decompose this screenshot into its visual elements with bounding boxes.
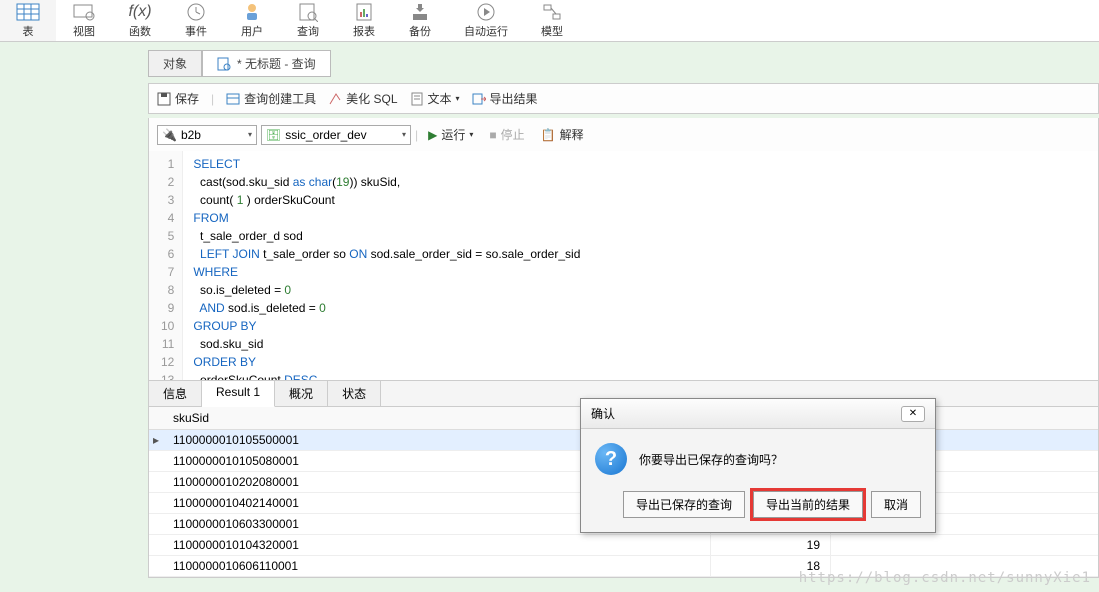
stop-icon: ■ <box>489 128 496 142</box>
ribbon-report[interactable]: 报表 <box>336 0 392 41</box>
tab-result1[interactable]: Result 1 <box>202 381 275 407</box>
tab-status[interactable]: 状态 <box>328 381 381 406</box>
plug-icon: 🔌 <box>162 128 177 142</box>
tab-objects[interactable]: 对象 <box>148 50 202 77</box>
ribbon-query[interactable]: 查询 <box>280 0 336 41</box>
auto-icon <box>474 2 498 22</box>
ribbon-backup[interactable]: 备份 <box>392 0 448 41</box>
tab-profile[interactable]: 概况 <box>275 381 328 406</box>
database-dropdown[interactable]: 🗄 ssic_order_dev ▾ <box>261 125 411 145</box>
connection-dropdown[interactable]: 🔌 b2b ▾ <box>157 125 257 145</box>
table-row[interactable]: 110000001010432000119 <box>149 535 1098 556</box>
dialog-titlebar: 确认 ✕ <box>581 399 935 429</box>
run-button[interactable]: ▶ 运行 ▾ <box>422 124 479 145</box>
main-ribbon: 表 视图 f(x) 函数 事件 用户 查询 报表 备份 自动运行 模型 <box>0 0 1099 42</box>
ribbon-function[interactable]: f(x) 函数 <box>112 0 168 41</box>
query-tab-icon <box>217 57 231 71</box>
play-icon: ▶ <box>428 128 437 142</box>
ribbon-table[interactable]: 表 <box>0 0 56 41</box>
fx-icon: f(x) <box>128 2 152 22</box>
line-gutter: 1234567891011121314 <box>149 151 183 380</box>
dialog-title: 确认 <box>591 405 615 422</box>
chevron-down-icon: ▾ <box>248 130 252 139</box>
ribbon-label: 表 <box>23 23 34 39</box>
ribbon-view[interactable]: 视图 <box>56 0 112 41</box>
builder-icon <box>226 92 240 106</box>
connection-bar: 🔌 b2b ▾ 🗄 ssic_order_dev ▾ | ▶ 运行 ▾ ■ 停止… <box>148 118 1099 151</box>
explain-button[interactable]: 📋 解释 <box>535 124 590 145</box>
chevron-down-icon: ▾ <box>456 94 460 103</box>
sql-code[interactable]: SELECT cast(sod.sku_sid as char(19)) sku… <box>183 151 590 380</box>
sql-editor[interactable]: 1234567891011121314 SELECT cast(sod.sku_… <box>148 151 1099 381</box>
beautify-button[interactable]: 美化 SQL <box>328 90 397 107</box>
document-tabs: 对象 * 无标题 - 查询 <box>148 50 1099 77</box>
save-button[interactable]: 保存 <box>157 90 199 107</box>
table-icon <box>16 2 40 22</box>
chevron-down-icon: ▾ <box>402 130 406 139</box>
stop-button: ■ 停止 <box>483 124 530 145</box>
ribbon-model[interactable]: 模型 <box>524 0 580 41</box>
tab-query-untitled[interactable]: * 无标题 - 查询 <box>202 50 331 77</box>
report-icon <box>352 2 376 22</box>
view-icon <box>72 2 96 22</box>
cancel-button[interactable]: 取消 <box>871 491 921 518</box>
user-icon <box>240 2 264 22</box>
question-icon: ? <box>595 443 627 475</box>
clock-icon <box>184 2 208 22</box>
save-icon <box>157 92 171 106</box>
export-saved-button[interactable]: 导出已保存的查询 <box>623 491 745 518</box>
export-current-button[interactable]: 导出当前的结果 <box>753 491 863 518</box>
query-icon <box>296 2 320 22</box>
query-toolbar: 保存 | 查询创建工具 美化 SQL 文本 ▾ 导出结果 <box>148 83 1099 114</box>
close-button[interactable]: ✕ <box>901 406 925 422</box>
table-row[interactable]: 110000001060611000118 <box>149 556 1098 577</box>
model-icon <box>540 2 564 22</box>
ribbon-user[interactable]: 用户 <box>224 0 280 41</box>
explain-icon: 📋 <box>541 128 556 142</box>
dialog-message: 你要导出已保存的查询吗？ <box>639 451 783 468</box>
text-button[interactable]: 文本 ▾ <box>410 90 460 107</box>
query-builder-button[interactable]: 查询创建工具 <box>226 90 316 107</box>
beautify-icon <box>328 92 342 106</box>
tab-info[interactable]: 信息 <box>149 381 202 406</box>
ribbon-event[interactable]: 事件 <box>168 0 224 41</box>
export-result-button[interactable]: 导出结果 <box>472 90 538 107</box>
export-icon <box>472 92 486 106</box>
text-icon <box>410 92 424 106</box>
database-icon: 🗄 <box>266 128 281 142</box>
chevron-down-icon: ▾ <box>469 130 473 139</box>
ribbon-auto[interactable]: 自动运行 <box>448 0 524 41</box>
confirm-dialog: 确认 ✕ ? 你要导出已保存的查询吗？ 导出已保存的查询 导出当前的结果 取消 <box>580 398 936 533</box>
backup-icon <box>408 2 432 22</box>
